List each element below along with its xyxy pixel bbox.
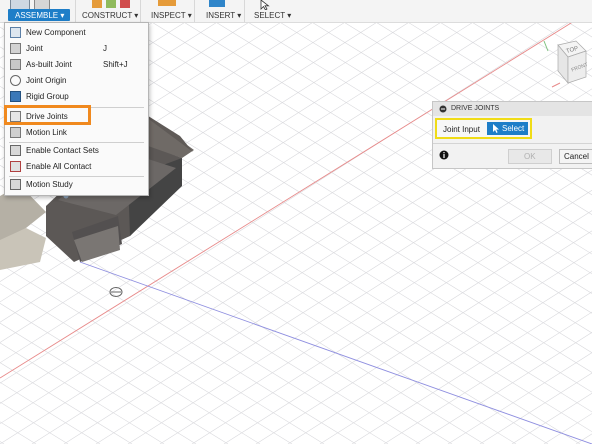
menu-item-motion-link[interactable]: Motion Link (5, 125, 148, 141)
dialog-title: DRIVE JOINTS (451, 105, 500, 112)
z-axis-line (79, 261, 592, 444)
origin-icon[interactable] (109, 287, 123, 297)
joint-origin-icon (10, 75, 21, 86)
menu-item-rigid-group[interactable]: Rigid Group (5, 89, 148, 105)
joint-icon (10, 43, 21, 54)
contact-sets-icon (10, 145, 21, 156)
joint-select-button[interactable]: Select (487, 122, 528, 135)
select-label: Select (502, 124, 525, 133)
select-icons (260, 0, 270, 10)
new-component-icon (10, 27, 21, 38)
menu-item-label: Motion Study (26, 180, 73, 189)
menu-item-shortcut: J (103, 44, 107, 53)
point-icon[interactable] (120, 0, 130, 8)
insert-icons (209, 0, 225, 10)
viewcube-axis-red (551, 82, 561, 88)
select-menu-button[interactable]: SELECT ▾ (254, 11, 291, 20)
joint-input-label: Joint Input (443, 125, 480, 134)
insert-menu-button[interactable]: INSERT ▾ (206, 11, 241, 20)
measure-icon[interactable] (158, 0, 176, 6)
menu-item-shortcut: Shift+J (103, 60, 128, 69)
inspect-menu-button[interactable]: INSPECT ▾ (151, 11, 192, 20)
toolbar-divider (75, 0, 76, 22)
menu-item-as-built-joint[interactable]: As-built Joint Shift+J (5, 57, 148, 73)
axis-icon[interactable] (106, 0, 116, 8)
construct-icons (92, 0, 130, 10)
toolbar: ASSEMBLE ▾ CONSTRUCT ▾ INSPECT ▾ INSERT … (0, 0, 592, 23)
drive-joints-dialog: DRIVE JOINTS Joint Input Select OK Cance… (432, 101, 592, 169)
menu-item-motion-study[interactable]: Motion Study (5, 177, 148, 193)
collapse-icon[interactable] (439, 105, 447, 113)
insert-icon[interactable] (209, 0, 225, 7)
menu-item-label: Joint Origin (26, 76, 67, 85)
cancel-button[interactable]: Cancel (559, 149, 592, 164)
menu-item-label: Joint (26, 44, 43, 53)
view-cube[interactable]: TOP FRONT (536, 37, 592, 93)
toolbar-divider (244, 0, 245, 22)
cancel-label: Cancel (564, 152, 589, 161)
motion-study-icon (10, 179, 21, 190)
toolbar-divider (194, 0, 195, 22)
ok-label: OK (524, 152, 536, 161)
plane-icon[interactable] (92, 0, 102, 8)
menu-item-joint[interactable]: Joint J (5, 41, 148, 57)
rigid-group-icon (10, 91, 21, 102)
dialog-header[interactable]: DRIVE JOINTS (433, 102, 592, 116)
menu-item-label: Rigid Group (26, 92, 69, 101)
assemble-label: ASSEMBLE ▾ (15, 11, 65, 20)
menu-item-enable-all-contact[interactable]: Enable All Contact (5, 159, 148, 175)
dialog-footer: OK Cancel (433, 143, 592, 169)
motion-link-icon (10, 127, 21, 138)
drive-joints-highlight (4, 105, 91, 125)
menu-item-enable-contact-sets[interactable]: Enable Contact Sets (5, 143, 148, 159)
menu-item-label: Enable All Contact (26, 162, 92, 171)
toolbar-divider (140, 0, 141, 22)
menu-item-label: New Component (26, 28, 86, 37)
inspect-icons (158, 0, 176, 10)
viewcube-axis-green (543, 40, 549, 52)
info-icon[interactable] (439, 150, 449, 160)
ok-button[interactable]: OK (508, 149, 552, 164)
joint-input-row: Joint Input Select (435, 118, 532, 139)
menu-item-joint-origin[interactable]: Joint Origin (5, 73, 148, 89)
as-built-joint-icon (10, 59, 21, 70)
cursor-icon[interactable] (260, 0, 270, 10)
construct-menu-button[interactable]: CONSTRUCT ▾ (82, 11, 138, 20)
cursor-icon (493, 124, 499, 133)
menu-item-label: Motion Link (26, 128, 67, 137)
all-contact-icon (10, 161, 21, 172)
assemble-menu-button[interactable]: ASSEMBLE ▾ (8, 9, 70, 21)
menu-item-label: Enable Contact Sets (26, 146, 99, 155)
menu-item-label: As-built Joint (26, 60, 72, 69)
menu-item-new-component[interactable]: New Component (5, 25, 148, 41)
